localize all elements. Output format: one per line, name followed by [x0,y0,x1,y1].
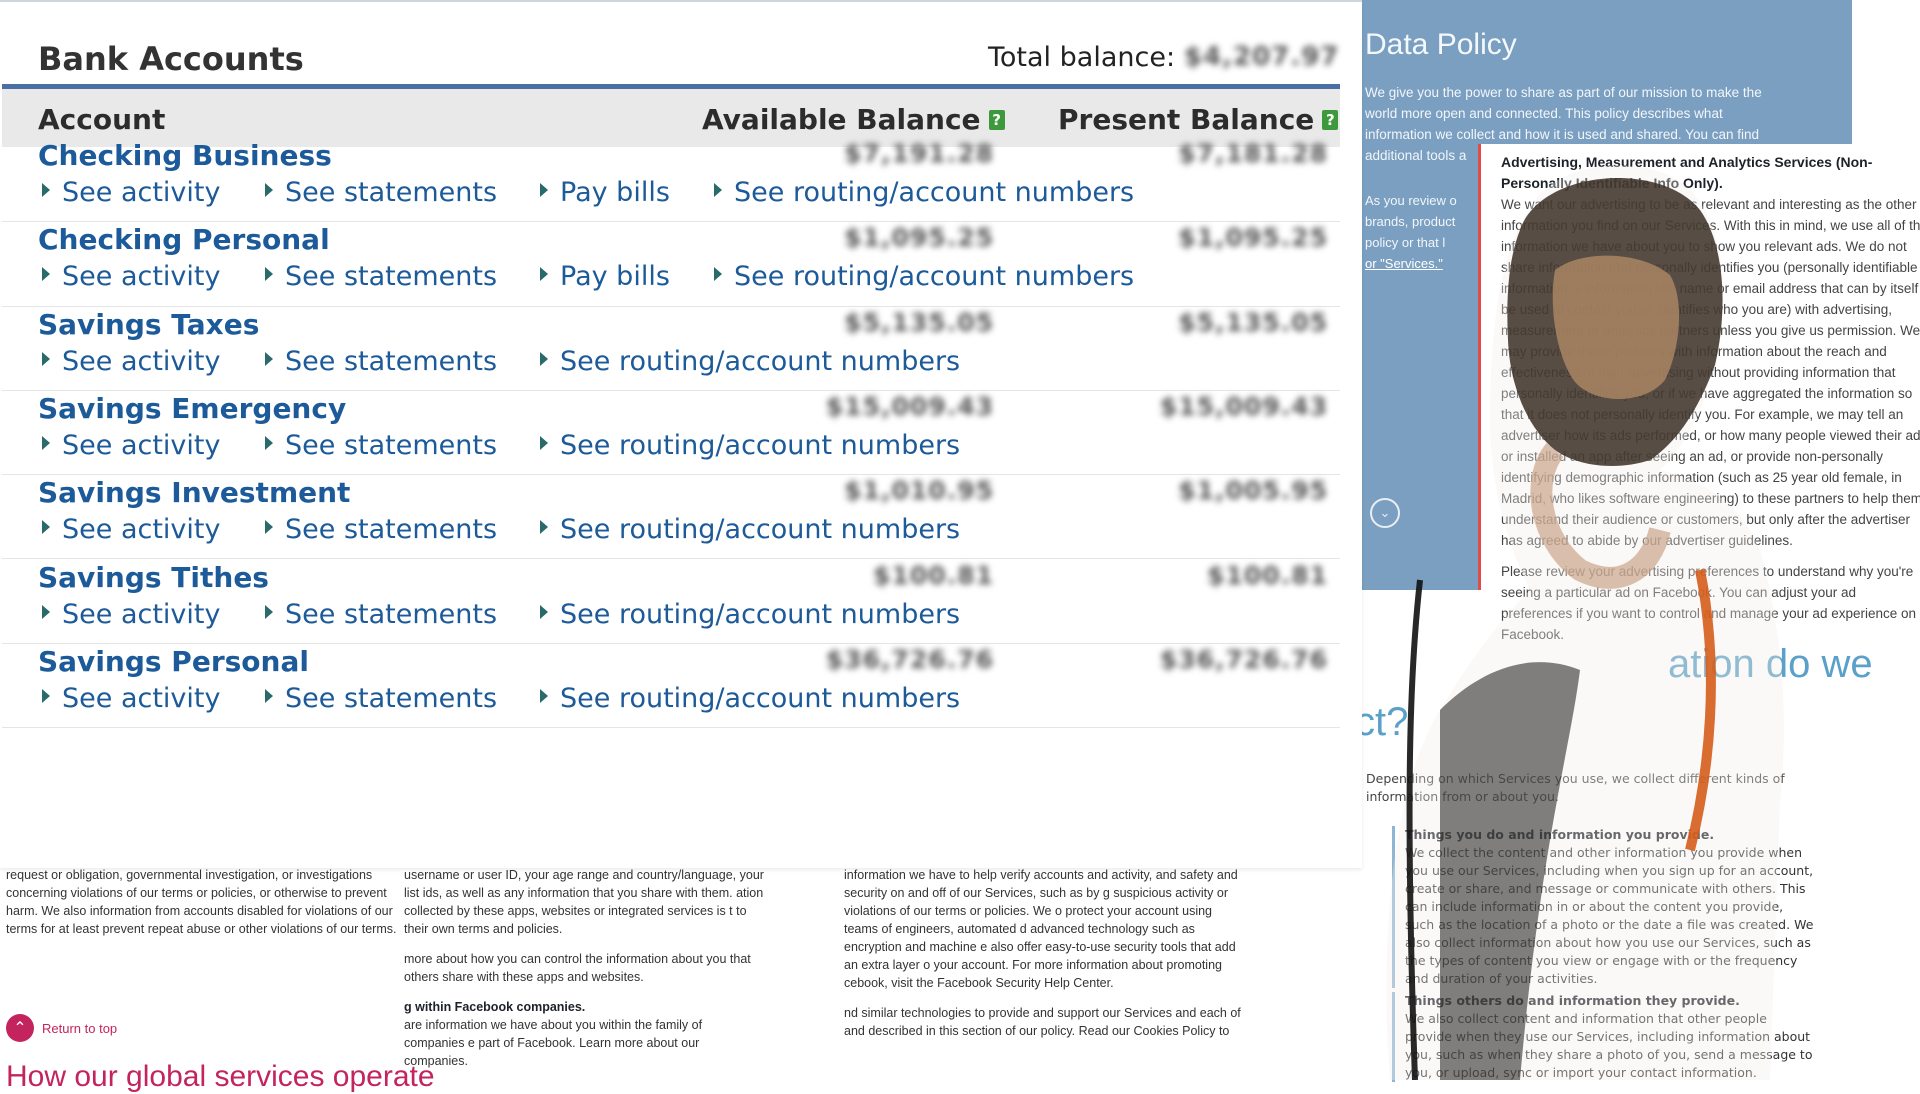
account-name-link[interactable]: Checking Business [38,139,332,172]
present-balance-value: $100.81 [1207,560,1328,590]
triangle-right-icon [42,267,50,282]
bottom-col-3: information we have to help verify accou… [844,868,1241,1038]
total-balance-label: Total balance: [988,42,1176,73]
triangle-right-icon [540,351,548,366]
triangle-right-icon [540,267,548,282]
see-statements-link[interactable]: See statements [265,683,497,714]
account-row: Checking Business $7,191.28 $7,181.28 Se… [2,137,1340,223]
see-activity-link[interactable]: See activity [42,683,220,714]
bottom-col-2: username or user ID, your age range and … [404,868,764,1068]
see-activity-link[interactable]: See activity [42,514,220,545]
see-routing-link[interactable]: See routing/account numbers [540,346,960,377]
bank-accounts-panel: Bank Accounts Total balance: $4,207.97 A… [0,0,1362,868]
available-balance-value: $1,095.25 [844,223,994,253]
see-statements-link[interactable]: See statements [265,261,497,292]
present-balance-value: $1,005.95 [1178,476,1328,506]
see-routing-link[interactable]: See routing/account numbers [540,430,960,461]
present-balance-value: $5,135.05 [1178,307,1328,337]
see-statements-link[interactable]: See statements [265,430,497,461]
see-routing-link[interactable]: See routing/account numbers [714,261,1134,292]
present-balance-value: $15,009.43 [1159,391,1328,421]
account-row: Savings Personal $36,726.76 $36,726.76 S… [2,643,1340,729]
triangle-right-icon [265,688,273,703]
triangle-right-icon [42,183,50,197]
present-balance-value: $7,181.28 [1178,139,1328,168]
see-statements-link[interactable]: See statements [265,599,497,630]
help-icon[interactable]: ? [988,110,1005,130]
see-routing-link[interactable]: See routing/account numbers [714,177,1134,208]
policy-bottom-text: request or obligation, governmental inve… [0,860,1350,1080]
available-balance-value: $7,191.28 [844,139,994,168]
see-activity-link[interactable]: See activity [42,261,220,292]
pay-bills-link[interactable]: Pay bills [540,261,670,292]
see-activity-link[interactable]: See activity [42,599,220,630]
data-policy-title: Data Policy [1365,28,1517,61]
arrow-up-icon: ⌃ [6,1014,34,1042]
triangle-right-icon [42,520,50,535]
triangle-right-icon [265,435,273,450]
triangle-right-icon [265,351,273,366]
triangle-right-icon [540,183,548,197]
available-balance-value: $5,135.05 [844,307,994,337]
person-overlay-image [1386,165,1784,1080]
see-routing-link[interactable]: See routing/account numbers [540,683,960,714]
see-statements-link[interactable]: See statements [265,514,497,545]
triangle-right-icon [42,604,50,619]
triangle-right-icon [265,267,273,282]
account-row: Savings Emergency $15,009.43 $15,009.43 … [2,390,1340,476]
triangle-right-icon [265,520,273,535]
see-activity-link[interactable]: See activity [42,430,220,461]
account-name-link[interactable]: Savings Personal [38,645,309,678]
see-routing-link[interactable]: See routing/account numbers [540,599,960,630]
see-statements-link[interactable]: See statements [265,177,497,208]
present-balance-value: $36,726.76 [1159,644,1328,674]
account-name-link[interactable]: Savings Emergency [38,392,346,425]
account-name-link[interactable]: Savings Investment [38,476,350,509]
triangle-right-icon [265,183,273,197]
available-balance-value: $100.81 [873,560,994,590]
available-balance-value: $1,010.95 [844,476,994,506]
account-name-link[interactable]: Savings Tithes [38,561,269,594]
total-balance-value: $4,207.97 [1184,42,1340,72]
page-title: Bank Accounts [38,40,304,78]
see-statements-link[interactable]: See statements [265,346,497,377]
account-name-link[interactable]: Checking Personal [38,223,330,256]
see-routing-link[interactable]: See routing/account numbers [540,514,960,545]
triangle-right-icon [42,688,50,703]
return-to-top-link[interactable]: ⌃ Return to top [6,1014,117,1042]
triangle-right-icon [42,435,50,450]
triangle-right-icon [42,351,50,366]
triangle-right-icon [540,688,548,703]
present-balance-value: $1,095.25 [1178,223,1328,253]
triangle-right-icon [540,435,548,450]
triangle-right-icon [265,604,273,619]
global-services-heading: How our global services operate [6,1060,435,1093]
triangle-right-icon [714,267,722,282]
available-balance-value: $36,726.76 [825,644,994,674]
column-header-present: Present Balance? [1058,103,1339,136]
available-balance-value: $15,009.43 [825,391,994,421]
column-header-available: Available Balance? [702,103,1005,136]
bottom-col-1: request or obligation, governmental inve… [6,868,397,936]
account-row: Savings Taxes $5,135.05 $5,135.05 See ac… [2,306,1340,391]
account-row: Savings Tithes $100.81 $100.81 See activ… [2,559,1340,644]
triangle-right-icon [540,604,548,619]
account-row: Checking Personal $1,095.25 $1,095.25 Se… [2,221,1340,307]
triangle-right-icon [714,183,722,197]
account-row: Savings Investment $1,010.95 $1,005.95 S… [2,474,1340,560]
see-activity-link[interactable]: See activity [42,177,220,208]
pay-bills-link[interactable]: Pay bills [540,177,670,208]
see-activity-link[interactable]: See activity [42,346,220,377]
column-header-account: Account [38,103,166,136]
triangle-right-icon [540,520,548,535]
help-icon[interactable]: ? [1322,110,1339,130]
top-divider [0,0,1362,2]
account-name-link[interactable]: Savings Taxes [38,308,259,341]
